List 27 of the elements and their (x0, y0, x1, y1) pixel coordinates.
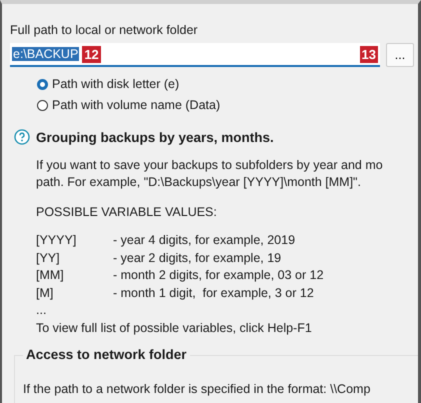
help-hint: To view full list of possible variables, click Help-F1 (36, 320, 313, 337)
variable-name: [YY] (36, 250, 61, 267)
radio-label[interactable]: Path with volume name (Data) (52, 98, 220, 112)
variable-description: - month 2 digits, for example, 03 or 12 (113, 267, 324, 284)
path-value: e:\BACKUP (12, 47, 80, 61)
variable-description: - year 4 digits, for example, 2019 (113, 232, 296, 249)
field-label: Full path to local or network folder (10, 23, 199, 37)
variable-description: - month 1 digit, for example, 3 or 12 (113, 284, 314, 302)
help-icon[interactable] (14, 129, 30, 145)
variables-heading: POSSIBLE VARIABLE VALUES: (36, 205, 218, 219)
network-text: If the path to a network folder is specified in the format: \\Comp (23, 382, 372, 396)
path-field[interactable]: e:\BACKUP 12 13 (10, 43, 380, 67)
variable-name: [MM] (36, 267, 65, 284)
variable-description: - year 2 digits, for example, 19 (113, 250, 282, 267)
variable-name: [YYYY] (36, 232, 78, 249)
browse-button[interactable]: ... (386, 43, 414, 67)
group-title: Access to network folder (23, 347, 190, 362)
radio-button[interactable] (37, 100, 48, 110)
radio-button[interactable] (37, 78, 48, 90)
callout-badge: 13 (360, 46, 378, 63)
radio-label[interactable]: Path with disk letter (e) (52, 77, 180, 91)
description-text: path. For example, "D:\Backups\year [YYYY]\month [MM]". (36, 174, 362, 191)
description-text: If you want to save your backups to subfolders by year and mo (36, 157, 384, 174)
ellipsis-text: ... (36, 302, 48, 319)
section-heading: Grouping backups by years, months. (36, 130, 274, 144)
callout-badge: 12 (82, 46, 101, 62)
variable-name: [M] (36, 284, 54, 302)
